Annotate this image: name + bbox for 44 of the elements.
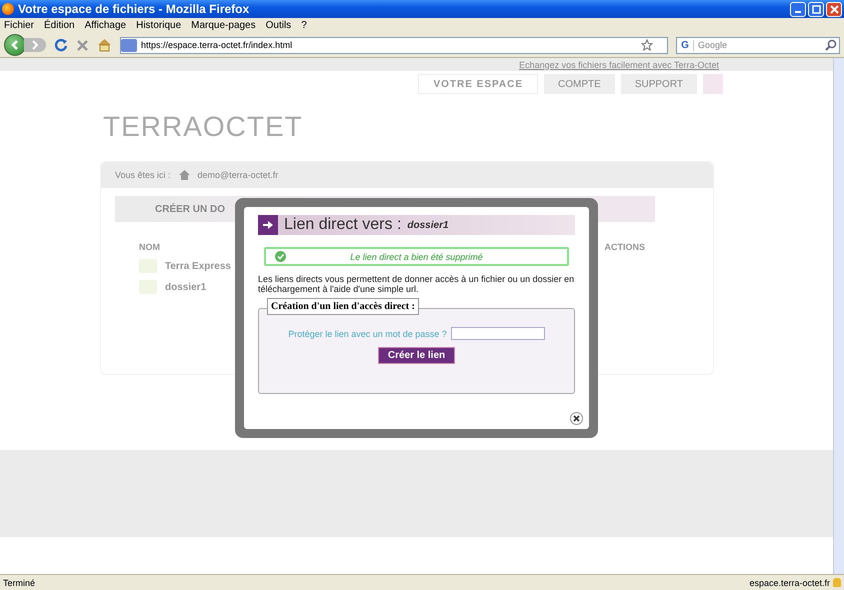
- reload-icon[interactable]: [54, 38, 68, 52]
- maximize-icon: [812, 4, 820, 14]
- menu-item[interactable]: Marque-pages: [191, 20, 256, 31]
- search-engine-button[interactable]: G: [677, 40, 694, 50]
- menu-item[interactable]: Affichage: [84, 20, 126, 31]
- password-field[interactable]: [450, 327, 545, 340]
- column-header: ACTIONS: [604, 242, 645, 252]
- search-placeholder: Google: [697, 40, 728, 50]
- logo: TERRAOCTET: [103, 111, 304, 144]
- search-icon[interactable]: [825, 39, 837, 51]
- success-message: Le lien direct a bien été supprimé: [264, 247, 569, 266]
- maximize-button[interactable]: [808, 2, 824, 16]
- breadcrumb-label: Vous êtes ici :: [115, 170, 171, 180]
- dialog-target: dossier1: [407, 220, 449, 230]
- description-text: Les liens directs vous permettent de donner accès à un fichier ou un dossier en téléchargement à l'aide d'une simple url.: [258, 274, 575, 294]
- firefox-icon: [2, 3, 14, 15]
- menu-item[interactable]: Historique: [136, 20, 182, 31]
- form-legend: Création d'un lien d'accès direct :: [267, 298, 419, 315]
- back-button[interactable]: [4, 34, 26, 56]
- site-identity-icon[interactable]: [121, 38, 137, 52]
- address-bar[interactable]: https://espace.terra-octet.fr/index.html: [120, 36, 668, 54]
- status-text: Terminé: [3, 578, 36, 588]
- create-folder-label: CRÉER UN DO: [155, 204, 226, 214]
- column-header: NOM: [139, 242, 160, 252]
- dialog-title: Lien direct vers :: [284, 216, 402, 234]
- home-icon[interactable]: [178, 170, 190, 180]
- window-title: Votre espace de fichiers - Mozilla Firefox: [18, 2, 250, 16]
- menu-item[interactable]: Édition: [44, 20, 75, 31]
- scrollbar[interactable]: [833, 58, 844, 574]
- check-icon: [275, 251, 286, 262]
- search-field[interactable]: G Google: [676, 36, 840, 54]
- password-label: Protéger le lien avec un mot de passe ?: [288, 328, 447, 338]
- status-domain: espace.terra-octet.fr: [749, 578, 830, 588]
- home-icon[interactable]: [97, 38, 112, 52]
- star-icon[interactable]: [641, 39, 653, 51]
- menu-item[interactable]: ?: [301, 20, 307, 31]
- close-button[interactable]: [570, 412, 583, 425]
- menu-item[interactable]: Outils: [266, 20, 292, 31]
- menu-item[interactable]: Fichier: [4, 20, 34, 31]
- minimize-button[interactable]: [790, 2, 806, 16]
- close-icon: [830, 4, 838, 14]
- create-link-button[interactable]: Créer le lien: [378, 347, 456, 364]
- close-icon: [573, 415, 580, 422]
- stop-icon[interactable]: [76, 38, 89, 52]
